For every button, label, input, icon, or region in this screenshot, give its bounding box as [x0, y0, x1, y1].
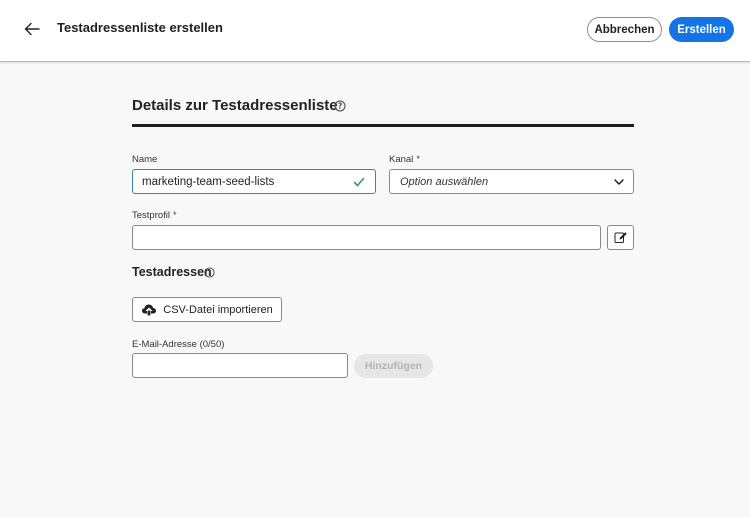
create-button[interactable]: Erstellen	[669, 17, 734, 42]
channel-label: Kanal *	[389, 154, 420, 165]
import-csv-label: CSV-Datei importieren	[163, 303, 273, 316]
help-icon[interactable]: ?	[334, 100, 346, 112]
back-button[interactable]	[20, 17, 44, 41]
checkmark-icon	[353, 177, 365, 187]
help-icon[interactable]: ?	[204, 267, 215, 278]
section-title: Details zur Testadressenliste	[132, 97, 338, 114]
page-title: Testadressenliste erstellen	[57, 20, 223, 35]
required-marker: *	[416, 154, 420, 164]
email-input[interactable]	[132, 353, 348, 378]
channel-select[interactable]: Option auswählen	[389, 169, 634, 194]
svg-text:?: ?	[338, 102, 342, 111]
import-csv-button[interactable]: CSV-Datei importieren	[132, 297, 282, 322]
arrow-left-icon	[24, 22, 40, 36]
section-divider	[132, 124, 634, 127]
top-bar: Testadressenliste erstellen Abbrechen Er…	[0, 0, 750, 62]
edit-icon	[614, 232, 627, 243]
name-input[interactable]: marketing-team-seed-lists	[132, 169, 376, 194]
cancel-button[interactable]: Abbrechen	[587, 17, 662, 42]
add-email-button: Hinzufügen	[354, 354, 433, 378]
name-label: Name	[132, 154, 158, 165]
required-marker: *	[173, 210, 177, 220]
email-label: E-Mail-Adresse (0/50)	[132, 339, 225, 350]
svg-text:?: ?	[208, 269, 212, 277]
test-profile-label: Testprofil *	[132, 210, 177, 221]
test-profile-input[interactable]	[132, 225, 601, 250]
channel-select-placeholder: Option auswählen	[400, 176, 489, 188]
addresses-title: Testadressen	[132, 265, 212, 279]
edit-profile-button[interactable]	[607, 225, 634, 250]
name-input-value: marketing-team-seed-lists	[142, 176, 275, 188]
chevron-down-icon	[614, 179, 624, 185]
cloud-upload-icon	[142, 304, 157, 316]
